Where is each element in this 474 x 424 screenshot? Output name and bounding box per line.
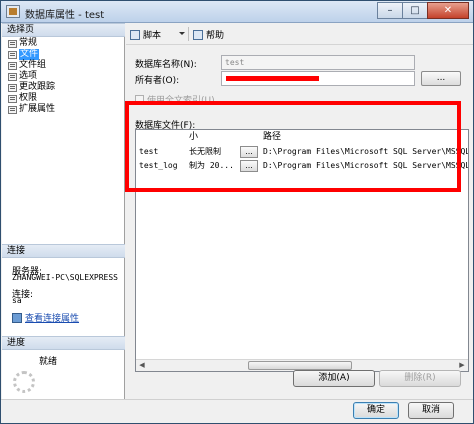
scroll-left-icon[interactable]: ◀: [136, 360, 148, 371]
script-button[interactable]: 脚本: [130, 28, 161, 41]
dialog-footer: 确定 取消: [1, 399, 473, 423]
toolbar: 脚本 帮助: [126, 23, 473, 45]
fulltext-checkbox[interactable]: 使用全文索引(U): [135, 93, 215, 106]
page-icon: [8, 83, 17, 92]
help-button[interactable]: 帮助: [193, 28, 224, 41]
checkbox-icon: [135, 95, 144, 104]
close-button[interactable]: ✕: [427, 2, 469, 19]
page-item-label: 扩展属性: [19, 104, 56, 114]
autogrowth-browse-button[interactable]: ...: [240, 146, 258, 158]
page-icon: [8, 72, 17, 81]
add-button[interactable]: 添加(A): [293, 370, 375, 387]
progress-status: 就绪: [39, 357, 58, 367]
db-name-label: 数据库名称(N):: [135, 60, 197, 70]
page-item-extended-properties[interactable]: 扩展属性: [8, 104, 55, 115]
database-files-grid[interactable]: 小 路径 test 长无限制 ... D:\Program Files\Micr…: [135, 129, 469, 372]
page-item-label: 文件: [19, 49, 40, 60]
page-item-label: 文件组: [19, 60, 47, 70]
page-icon: [8, 39, 17, 48]
help-label: 帮助: [206, 31, 225, 41]
column-header[interactable]: 小: [186, 130, 238, 144]
column-header[interactable]: [136, 130, 186, 144]
server-value: ZHANGWEI-PC\SQLEXPRESS: [12, 273, 118, 282]
database-icon: [6, 5, 20, 18]
chevron-down-icon[interactable]: [179, 32, 185, 35]
page-icon: [8, 50, 17, 59]
owner-field[interactable]: [221, 71, 415, 86]
db-name-field[interactable]: test: [221, 55, 415, 70]
window-controls: – □ ✕: [377, 2, 469, 19]
page-item-change-tracking[interactable]: 更改跟踪: [8, 82, 55, 93]
ok-button[interactable]: 确定: [353, 402, 399, 419]
path-cell[interactable]: D:\Program Files\Microsoft SQL Server\MS…: [260, 159, 468, 173]
grid-header: 小 路径: [136, 130, 468, 144]
scrollbar-thumb[interactable]: [248, 361, 352, 370]
column-header[interactable]: 路径: [260, 130, 468, 144]
window-title: 数据库属性 - test: [25, 10, 105, 21]
view-connection-properties-label: 查看连接属性: [25, 314, 80, 324]
progress-header: 进度: [2, 336, 125, 350]
autogrowth-browse-button[interactable]: ...: [240, 160, 258, 172]
autogrowth-cell[interactable]: 长无限制: [186, 145, 238, 159]
database-properties-dialog: 数据库属性 - test – □ ✕ 选择页 常规 文件 文件组 选项 更改跟踪: [0, 0, 474, 424]
right-pane: 脚本 帮助 数据库名称(N): test 所有者(O): ... 使用全文索引(…: [126, 23, 473, 399]
table-row[interactable]: test 长无限制 ... D:\Program Files\Microsoft…: [136, 145, 468, 159]
page-item-label: 常规: [19, 38, 38, 48]
page-item-permissions[interactable]: 权限: [8, 93, 37, 104]
script-label: 脚本: [143, 31, 162, 41]
page-icon: [8, 94, 17, 103]
owner-browse-button[interactable]: ...: [421, 71, 461, 86]
properties-icon: [12, 312, 22, 323]
page-item-files[interactable]: 文件: [8, 49, 40, 60]
owner-label: 所有者(O):: [135, 76, 180, 86]
file-name-cell[interactable]: test: [136, 145, 186, 159]
progress-spinner-icon: [13, 371, 35, 393]
fulltext-label: 使用全文索引(U): [147, 96, 215, 106]
page-item-label: 权限: [19, 93, 38, 103]
page-icon: [8, 105, 17, 114]
script-icon: [130, 29, 140, 40]
page-item-options[interactable]: 选项: [8, 71, 37, 82]
cancel-button[interactable]: 取消: [408, 402, 454, 419]
page-item-label: 选项: [19, 71, 38, 81]
page-item-label: 更改跟踪: [19, 82, 56, 92]
connection-header: 连接: [2, 244, 125, 258]
toolbar-separator: [188, 27, 189, 41]
remove-button[interactable]: 删除(R): [379, 370, 461, 387]
page-item-filegroups[interactable]: 文件组: [8, 60, 46, 71]
left-pane: 选择页 常规 文件 文件组 选项 更改跟踪 权限 扩展属性 连接 服务器: ZH…: [2, 23, 125, 399]
title-bar[interactable]: 数据库属性 - test – □ ✕: [1, 1, 473, 23]
table-row[interactable]: test_log 制为 20... ... D:\Program Files\M…: [136, 159, 468, 173]
connection-value: sa: [12, 296, 22, 305]
page-icon: [8, 61, 17, 70]
minimize-button[interactable]: –: [377, 2, 403, 19]
maximize-button[interactable]: □: [402, 2, 428, 19]
column-header[interactable]: [238, 130, 260, 144]
page-item-general[interactable]: 常规: [8, 38, 37, 49]
path-cell[interactable]: D:\Program Files\Microsoft SQL Server\MS…: [260, 145, 468, 159]
help-icon: [193, 29, 203, 40]
redaction-mark: [226, 76, 319, 81]
view-connection-properties-link[interactable]: 查看连接属性: [12, 311, 79, 324]
file-name-cell[interactable]: test_log: [136, 159, 186, 173]
select-page-header: 选择页: [2, 23, 125, 37]
autogrowth-cell[interactable]: 制为 20...: [186, 159, 238, 173]
